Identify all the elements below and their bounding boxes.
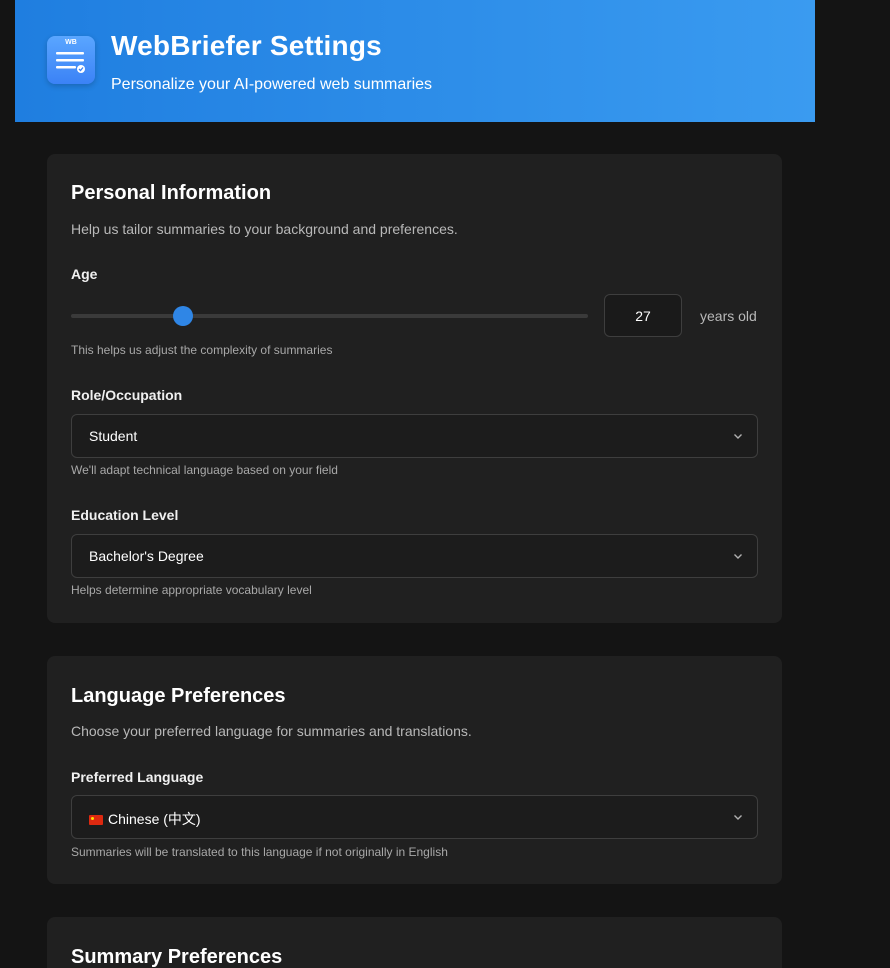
role-select-value: Student (89, 428, 138, 444)
logo-text: WB (65, 39, 77, 46)
education-label: Education Level (71, 507, 179, 523)
preferred-language-value: Chinese (中文) (89, 809, 201, 829)
personal-information-card: Personal Information Help us tailor summ… (47, 154, 782, 623)
preferred-language-select[interactable]: Chinese (中文) (71, 795, 758, 839)
role-helper-text: We'll adapt technical language based on … (71, 463, 338, 477)
page-title: WebBriefer Settings (111, 30, 382, 61)
age-slider-thumb[interactable] (173, 306, 193, 326)
age-helper-text: This helps us adjust the complexity of s… (71, 343, 333, 357)
page-subtitle: Personalize your AI-powered web summarie… (111, 76, 433, 93)
section-description: Choose your preferred language for summa… (71, 723, 472, 739)
chevron-down-icon (734, 434, 742, 439)
chevron-down-icon (734, 554, 742, 559)
preferred-language-helper-text: Summaries will be translated to this lan… (71, 845, 448, 859)
language-preferences-card: Language Preferences Choose your preferr… (47, 656, 782, 884)
role-label: Role/Occupation (71, 387, 183, 403)
summary-preferences-card: Summary Preferences (47, 917, 782, 968)
education-select-value: Bachelor's Degree (89, 548, 204, 564)
age-unit-label: years old (700, 308, 757, 324)
section-title: Language Preferences (71, 685, 286, 707)
section-description: Help us tailor summaries to your backgro… (71, 221, 458, 237)
section-title: Personal Information (71, 182, 272, 204)
role-select[interactable]: Student (71, 414, 758, 458)
education-select[interactable]: Bachelor's Degree (71, 534, 758, 578)
age-label: Age (71, 266, 98, 282)
settings-header: WB WebBriefer Settings Personalize your … (15, 0, 815, 122)
age-slider-track[interactable] (71, 314, 588, 318)
webbriefer-logo-icon: WB (47, 36, 95, 84)
age-input[interactable]: 27 (604, 294, 682, 337)
china-flag-icon (89, 815, 103, 825)
settings-page: WB WebBriefer Settings Personalize your … (0, 0, 890, 968)
education-helper-text: Helps determine appropriate vocabulary l… (71, 583, 312, 597)
chevron-down-icon (734, 815, 742, 820)
preferred-language-label: Preferred Language (71, 769, 204, 785)
section-title: Summary Preferences (71, 946, 283, 968)
preferred-language-text: Chinese (中文) (108, 811, 201, 827)
document-lines-icon (56, 52, 85, 73)
